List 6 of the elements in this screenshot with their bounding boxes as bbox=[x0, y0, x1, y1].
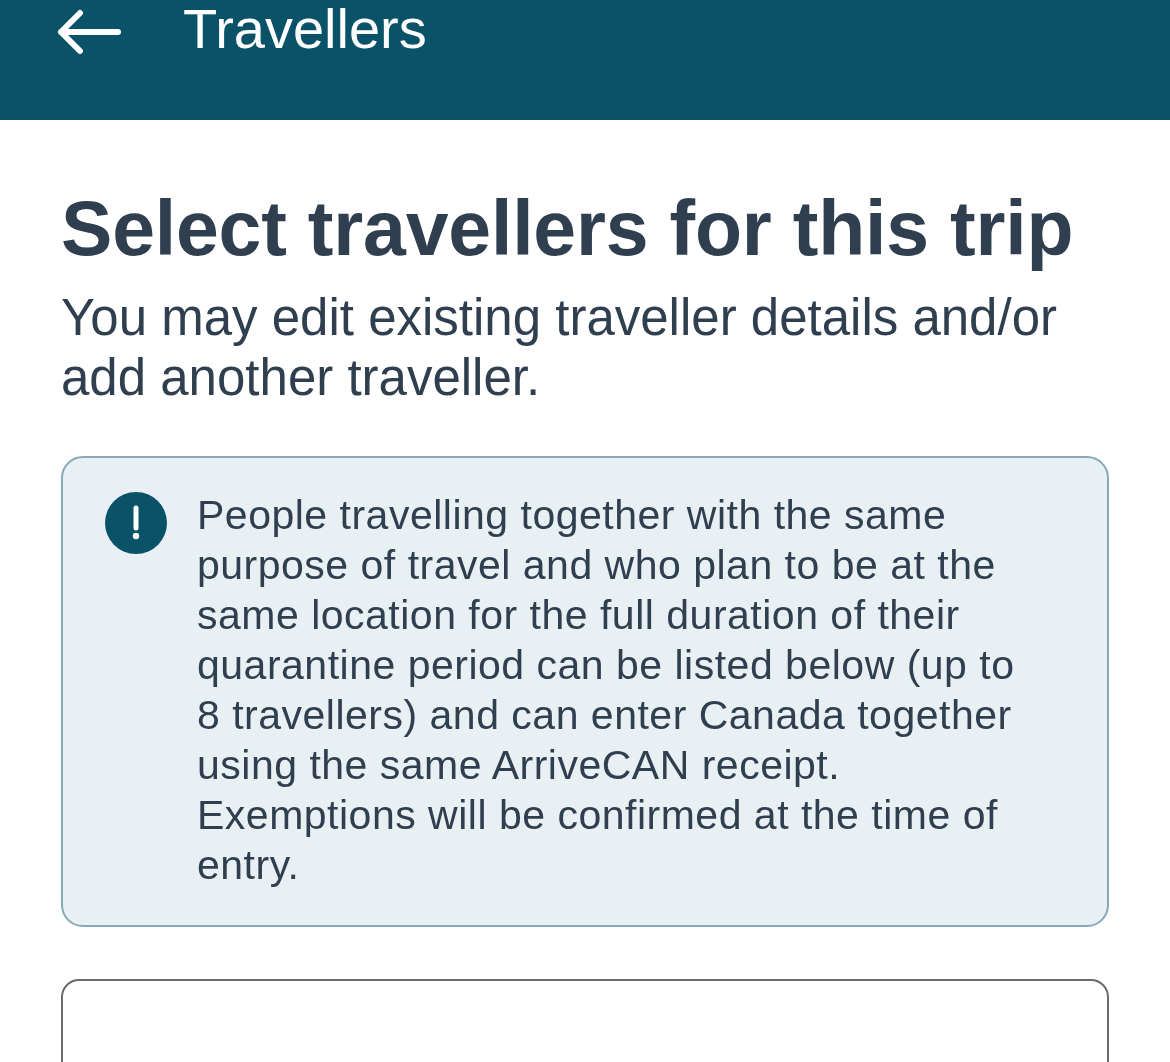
header-title: Travellers bbox=[183, 0, 427, 62]
back-arrow-icon bbox=[56, 9, 122, 55]
page-heading: Select travellers for this trip bbox=[61, 184, 1075, 272]
notice-text: People travelling together with the same purpose of travel and who plan to be at the same location for the full duration of their quarantine period can be listed below (up to 8 travellers) and can enter Canada together using the same ArriveCAN receipt. Exemptions will be confirmed at the time of entry. bbox=[197, 491, 1016, 890]
page-subtitle: You may edit existing traveller details and/or add another traveller. bbox=[61, 288, 1058, 408]
alert-icon bbox=[105, 492, 167, 554]
